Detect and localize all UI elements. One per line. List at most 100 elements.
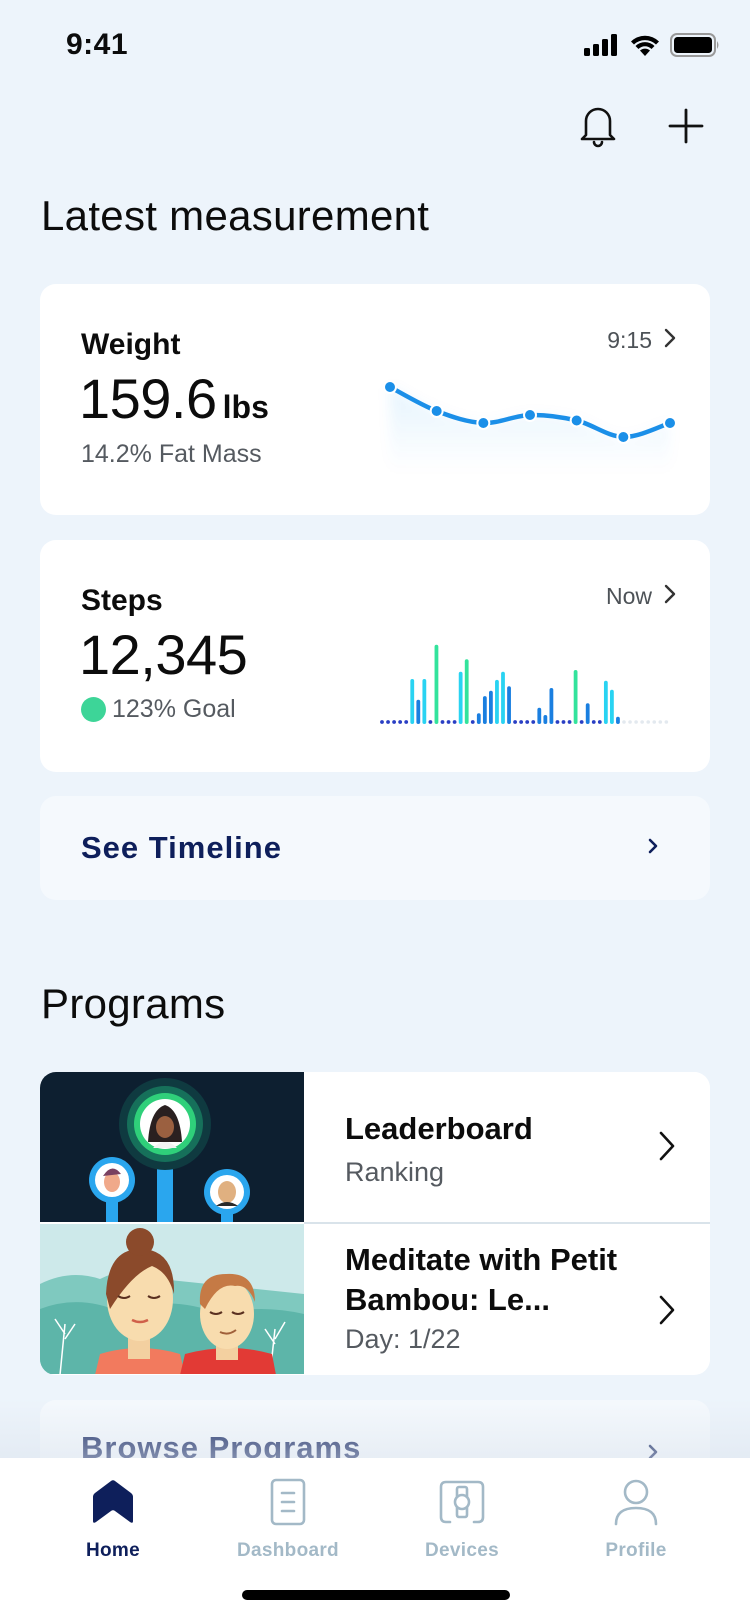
steps-bar xyxy=(410,679,415,724)
tab-label: Devices xyxy=(425,1540,499,1561)
steps-card[interactable]: Steps 12,345 123% Goal Now xyxy=(40,540,710,772)
weight-card[interactable]: Weight 159.6 lbs 14.2% Fat Mass 9:15 xyxy=(40,284,710,515)
program-item-leaderboard[interactable]: Leaderboard Ranking xyxy=(40,1072,710,1222)
tab-bar: Home Dashboard Devices Profile xyxy=(0,1398,750,1624)
dashboard-icon xyxy=(270,1476,306,1528)
steps-future-slot xyxy=(652,720,657,724)
steps-time: Now xyxy=(606,583,676,610)
steps-empty-slot xyxy=(567,720,572,724)
steps-future-slot xyxy=(628,720,632,724)
steps-empty-slot xyxy=(579,720,584,724)
program-subtitle: Day: 1/22 xyxy=(345,1324,461,1354)
tab-home[interactable]: Home xyxy=(43,1476,183,1576)
program-subtitle: Ranking xyxy=(345,1157,445,1187)
tab-devices[interactable]: Devices xyxy=(392,1476,532,1576)
steps-empty-slot xyxy=(446,720,451,724)
steps-bar xyxy=(464,659,469,724)
weight-time: 9:15 xyxy=(607,327,676,354)
tab-dashboard[interactable]: Dashboard xyxy=(218,1476,358,1576)
steps-empty-slot xyxy=(519,720,524,724)
steps-bar xyxy=(495,679,499,724)
steps-future-slot xyxy=(634,720,638,724)
weight-time-label: 9:15 xyxy=(607,327,652,353)
weight-glow xyxy=(390,387,670,472)
steps-empty-slot xyxy=(470,720,475,724)
section-title-programs: Programs xyxy=(41,980,226,1027)
steps-bar xyxy=(585,703,590,724)
weight-point xyxy=(569,413,584,428)
steps-empty-slot xyxy=(452,720,457,724)
add-button[interactable] xyxy=(660,102,712,154)
weight-unit: lbs xyxy=(222,389,269,425)
steps-future-slot xyxy=(664,720,669,724)
weight-value: 159.6 lbs xyxy=(79,366,269,431)
steps-bar xyxy=(482,696,487,724)
programs-list: Leaderboard Ranking Meditate with Petit … xyxy=(40,1072,710,1375)
steps-bar xyxy=(422,679,427,724)
see-timeline-label: See Timeline xyxy=(81,830,282,865)
steps-bar xyxy=(489,690,493,724)
steps-bar-chart xyxy=(380,644,669,724)
steps-future-slot xyxy=(640,720,644,724)
steps-empty-slot xyxy=(440,720,445,724)
profile-icon xyxy=(613,1476,659,1528)
program-title: Leaderboard xyxy=(345,1111,533,1146)
battery-icon xyxy=(670,33,720,62)
steps-value: 12,345 xyxy=(79,623,248,686)
steps-label: Steps xyxy=(81,584,163,617)
weight-point xyxy=(663,416,677,430)
steps-bar xyxy=(573,670,578,724)
program-item-meditate[interactable]: Meditate with Petit Bambou: Le... Day: 1… xyxy=(40,1224,710,1374)
steps-bar xyxy=(434,644,439,724)
goal-status-dot xyxy=(81,697,106,722)
steps-bar xyxy=(458,671,463,724)
steps-empty-slot xyxy=(513,720,517,724)
tab-profile[interactable]: Profile xyxy=(566,1476,706,1576)
bell-icon xyxy=(578,103,618,154)
steps-bar xyxy=(416,699,421,724)
leaderboard-thumbnail xyxy=(40,1072,304,1222)
steps-empty-slot xyxy=(386,720,390,724)
weight-point xyxy=(476,416,491,430)
status-icons xyxy=(584,33,720,62)
weight-sparkline xyxy=(383,380,677,472)
see-timeline-button[interactable]: See Timeline xyxy=(40,796,710,900)
steps-empty-slot xyxy=(531,720,536,724)
tab-label: Profile xyxy=(605,1540,667,1561)
steps-bar xyxy=(501,671,505,724)
chevron-right-icon xyxy=(658,1130,676,1167)
chevron-right-icon xyxy=(664,583,676,610)
steps-empty-slot xyxy=(561,720,566,724)
notifications-button[interactable] xyxy=(572,102,624,154)
steps-empty-slot xyxy=(555,720,560,724)
steps-bar xyxy=(476,713,481,724)
steps-time-label: Now xyxy=(605,583,652,609)
weight-point xyxy=(383,380,397,394)
steps-bar xyxy=(603,680,608,724)
plus-icon xyxy=(668,108,704,149)
steps-bar xyxy=(537,707,542,724)
weight-point xyxy=(523,408,537,422)
home-icon xyxy=(92,1476,134,1528)
weight-point xyxy=(616,430,631,444)
weight-point xyxy=(429,404,444,418)
tab-label: Dashboard xyxy=(237,1540,339,1561)
steps-future-slot xyxy=(622,720,626,724)
program-title: Meditate with Petit Bambou: Le... xyxy=(345,1242,618,1317)
steps-bar xyxy=(616,716,620,724)
tab-label: Home xyxy=(86,1540,140,1561)
steps-bar xyxy=(543,715,548,724)
steps-goal: 123% Goal xyxy=(81,695,236,724)
steps-future-slot xyxy=(658,720,663,724)
weight-number: 159.6 xyxy=(79,367,217,430)
steps-bar xyxy=(507,686,511,724)
steps-empty-slot xyxy=(404,720,409,724)
steps-empty-slot xyxy=(525,720,530,724)
meditation-thumbnail xyxy=(40,1224,304,1374)
steps-bar xyxy=(610,689,614,724)
steps-empty-slot xyxy=(380,720,384,724)
chevron-right-icon xyxy=(648,838,658,859)
status-time: 9:41 xyxy=(66,28,129,61)
steps-future-slot xyxy=(646,720,650,724)
weight-label: Weight xyxy=(81,328,181,361)
